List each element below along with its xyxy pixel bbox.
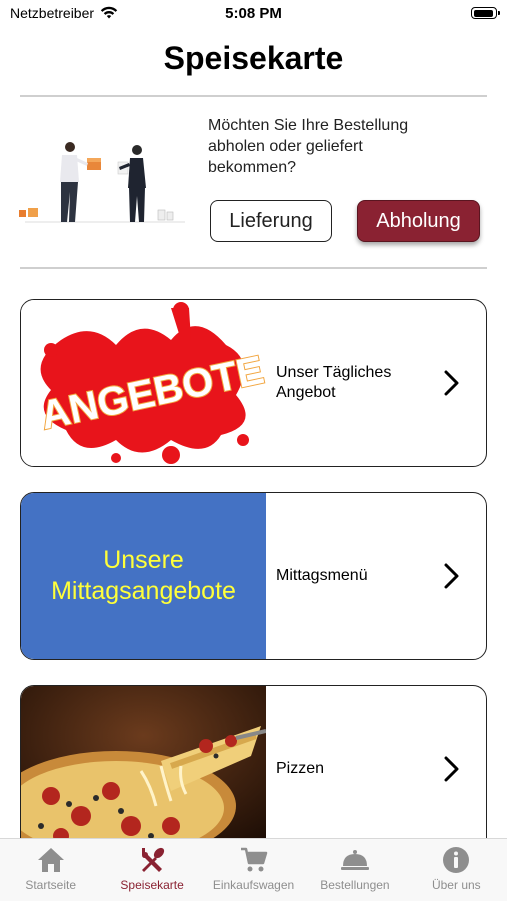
card-label-lunch: Mittagsmenü	[276, 567, 368, 584]
tab-label-speisekarte: Speisekarte	[120, 878, 184, 892]
tab-label-ueber-uns: Über uns	[431, 878, 481, 892]
abholung-button[interactable]: Abholung	[357, 200, 480, 242]
status-bar: Netzbetreiber 5:08 PM	[0, 0, 507, 28]
menu-card-lunch[interactable]: Unsere Mittagsangebote Mittagsmenü	[20, 492, 487, 660]
home-icon	[37, 848, 64, 872]
tab-ueber-uns[interactable]: Über uns	[406, 839, 507, 901]
tab-label-einkaufswagen: Einkaufswagen	[212, 878, 295, 892]
tab-speisekarte[interactable]: Speisekarte	[101, 839, 202, 901]
status-time: 5:08 PM	[225, 5, 282, 22]
chevron-right-icon	[444, 756, 459, 782]
tab-bar: Startseite Speisekarte Einkaufswagen Bes…	[0, 838, 507, 901]
card-label-pizza: Pizzen	[276, 760, 325, 777]
mittagsangebote-text: Unsere Mittagsangebote	[51, 546, 236, 605]
lieferung-button[interactable]: Lieferung	[210, 200, 332, 242]
card-label-daily-offer: Unser Tägliches Angebot	[276, 364, 392, 401]
page-title: Speisekarte	[163, 40, 344, 76]
delivery-illustration	[19, 142, 185, 223]
tab-bestellungen[interactable]: Bestellungen	[304, 839, 405, 901]
menu-card-pizza[interactable]: Pizzen	[20, 685, 487, 853]
fork-spoon-icon	[142, 847, 165, 872]
tab-startseite[interactable]: Startseite	[0, 839, 101, 901]
tab-einkaufswagen[interactable]: Einkaufswagen	[203, 839, 304, 901]
tab-label-bestellungen: Bestellungen	[320, 878, 390, 892]
info-icon	[443, 847, 470, 873]
cart-icon	[240, 847, 267, 872]
delivery-question: Möchten Sie Ihre Bestellung abholen oder…	[208, 117, 409, 176]
tab-label-startseite: Startseite	[25, 878, 77, 892]
angebote-splash-image: ANGEBOTE	[21, 300, 266, 466]
menu-card-daily-offer[interactable]: ANGEBOTE Unser Tägliches Angebot	[20, 299, 487, 467]
divider-bottom	[20, 267, 487, 269]
chevron-right-icon	[444, 370, 459, 396]
mittagsangebote-banner: Unsere Mittagsangebote	[21, 493, 266, 659]
cloche-icon	[340, 850, 369, 870]
chevron-right-icon	[444, 563, 459, 589]
divider-top	[20, 95, 487, 97]
battery-icon	[471, 7, 500, 19]
pizza-image	[21, 686, 266, 852]
